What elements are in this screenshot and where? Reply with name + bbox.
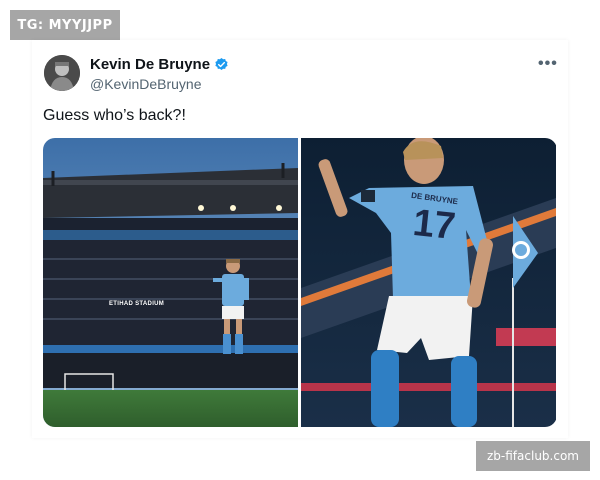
screenshot-stage: TG: MYYJJPP Kevin De Bruyne @KevinDeBruy… bbox=[0, 0, 600, 480]
tweet-media[interactable]: ETIHAD STADIUM DE BRUYNE 17 bbox=[43, 138, 557, 427]
author-row: Kevin De Bruyne bbox=[90, 56, 229, 73]
watermark: zb-fifaclub.com bbox=[476, 441, 590, 471]
corner-tag: TG: MYYJJPP bbox=[10, 10, 120, 40]
shirt-number-text: 17 bbox=[410, 201, 458, 249]
more-horizontal-icon[interactable]: ••• bbox=[538, 55, 558, 73]
author-handle[interactable]: @KevinDeBruyne bbox=[90, 76, 202, 92]
verified-badge-icon bbox=[214, 57, 229, 72]
photo-right[interactable]: DE BRUYNE 17 bbox=[301, 138, 556, 427]
tweet-text: Guess who’s back?! bbox=[43, 107, 186, 124]
stadium-banner-text: ETIHAD STADIUM bbox=[109, 301, 165, 307]
avatar-photo bbox=[44, 55, 80, 91]
author-name[interactable]: Kevin De Bruyne bbox=[90, 56, 210, 73]
photo-left[interactable]: ETIHAD STADIUM bbox=[43, 138, 298, 427]
avatar[interactable] bbox=[44, 55, 80, 91]
